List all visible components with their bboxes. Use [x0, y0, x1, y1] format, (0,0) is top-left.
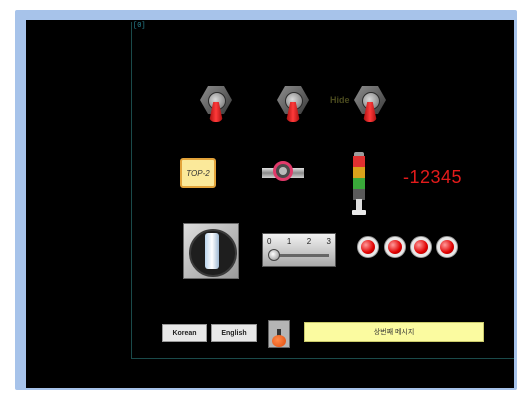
indicator-lamp-2 — [384, 236, 406, 258]
valve-hub — [279, 167, 287, 175]
selector-knob-icon — [205, 233, 219, 269]
valve-icon[interactable] — [262, 160, 304, 186]
indicator-lamp-4 — [436, 236, 458, 258]
toggle-switch-2[interactable] — [275, 84, 311, 124]
numeric-display: -12345 — [403, 167, 463, 187]
lamp-bulb-icon — [440, 240, 454, 254]
rotary-selector-switch[interactable] — [183, 223, 239, 279]
tower-base — [352, 210, 366, 215]
slider-tick-3: 3 — [326, 237, 331, 246]
tower-red-light — [353, 156, 365, 167]
tower-green-light — [353, 178, 365, 189]
toggle-switch-3[interactable] — [352, 84, 388, 124]
hide-label: Hide — [330, 95, 350, 105]
korean-button[interactable]: Korean — [162, 324, 207, 342]
panel-border — [131, 22, 514, 359]
toggle-switch-1[interactable] — [198, 84, 234, 124]
slider-tick-0: 0 — [267, 237, 272, 246]
tower-yellow-light — [353, 167, 365, 178]
slider-thumb[interactable] — [268, 249, 280, 261]
mini-toggle-tip-icon — [272, 335, 286, 347]
indicator-lamp-1 — [357, 236, 379, 258]
english-button[interactable]: English — [211, 324, 257, 342]
screen-id-label: [0] — [133, 22, 146, 30]
top2-button[interactable]: TOP-2 — [180, 158, 216, 188]
slider-tick-1: 1 — [286, 237, 292, 246]
lamp-bulb-icon — [388, 240, 402, 254]
mini-toggle-switch[interactable] — [268, 320, 290, 348]
position-slider[interactable]: 0 1 2 3 — [262, 233, 336, 267]
slider-ticks: 0 1 2 3 — [267, 237, 331, 246]
lamp-bulb-icon — [414, 240, 428, 254]
lamp-bulb-icon — [361, 240, 375, 254]
indicator-lamp-3 — [410, 236, 432, 258]
message-display: 상번째 메시지 — [304, 322, 484, 342]
signal-tower-icon — [350, 152, 368, 218]
slider-tick-2: 2 — [306, 237, 312, 246]
